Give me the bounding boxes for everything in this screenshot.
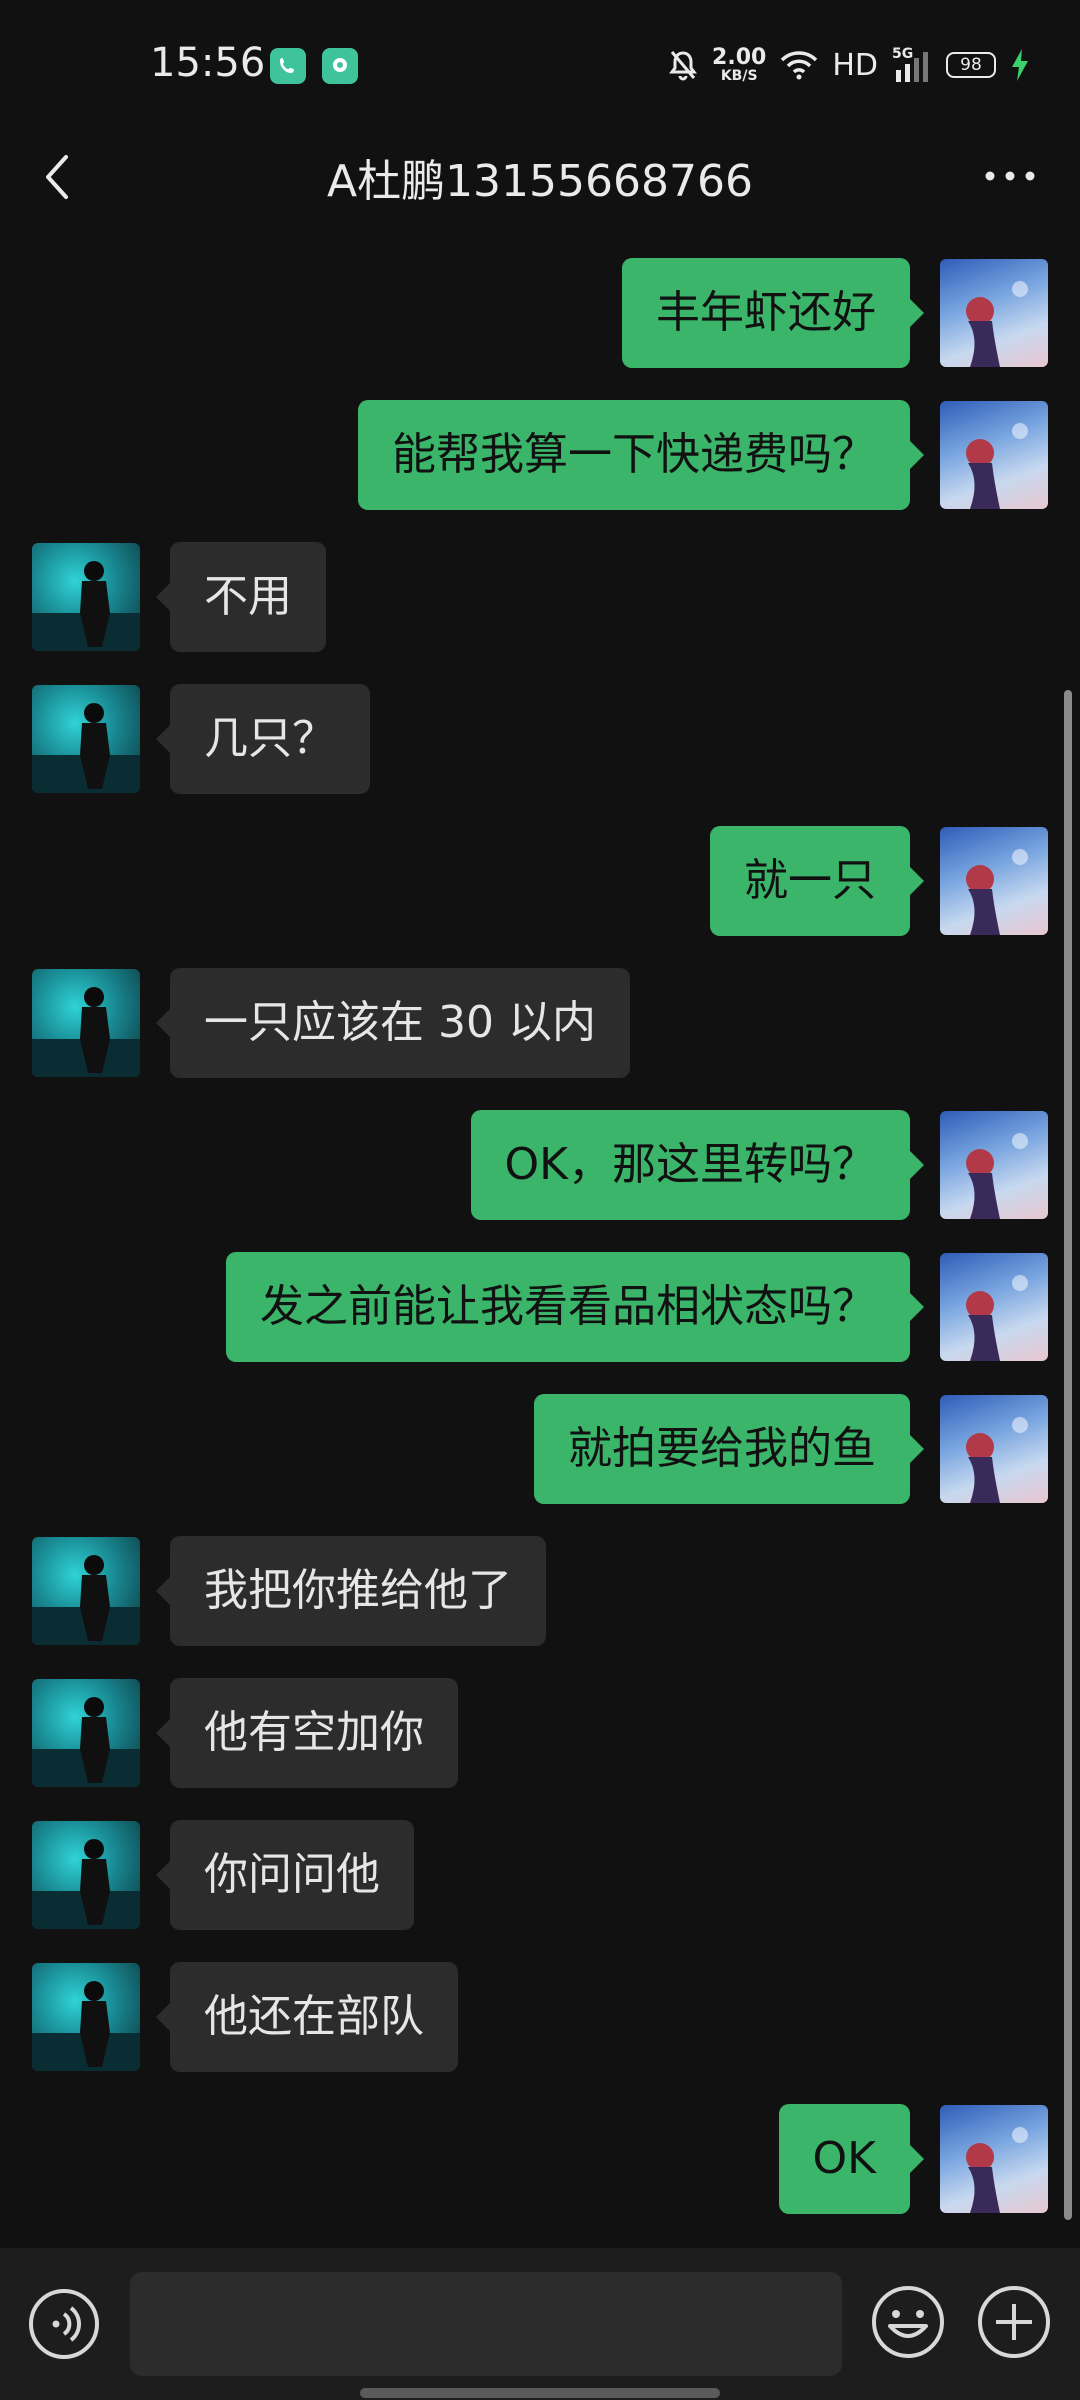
self-avatar[interactable]: [940, 259, 1048, 367]
friend-avatar[interactable]: [32, 685, 140, 793]
message-row: 几只？: [0, 684, 1080, 794]
bubble-tail: [910, 1293, 924, 1321]
battery-icon: 98: [946, 52, 996, 78]
message-bubble[interactable]: 几只？: [170, 684, 370, 794]
message-bubble[interactable]: 他还在部队: [170, 1962, 458, 2072]
message-bubble[interactable]: 不用: [170, 542, 326, 652]
bubble-tail: [910, 1435, 924, 1463]
message-bubble[interactable]: 丰年虾还好: [622, 258, 910, 368]
friend-avatar[interactable]: [32, 543, 140, 651]
bubble-tail: [156, 1009, 170, 1037]
bubble-tail: [156, 2003, 170, 2031]
wifi-icon: [781, 51, 818, 80]
charging-icon: [1012, 49, 1028, 81]
bubble-tail: [156, 1861, 170, 1889]
friend-avatar[interactable]: [32, 1963, 140, 2071]
message-bubble[interactable]: 一只应该在 30 以内: [170, 968, 630, 1078]
message-bubble[interactable]: OK，那这里转吗？: [470, 1110, 910, 1220]
chat-header: A杜鹏13155668766: [0, 135, 1080, 215]
phone-app-icon: [270, 48, 306, 84]
message-bubble[interactable]: 你问问他: [170, 1820, 414, 1930]
self-avatar[interactable]: [940, 827, 1048, 935]
message-row: 他还在部队: [0, 1962, 1080, 2072]
friend-avatar[interactable]: [32, 1537, 140, 1645]
message-row: 就拍要给我的鱼: [0, 1394, 1080, 1504]
voice-icon[interactable]: [28, 2288, 100, 2360]
status-time: 15:56: [150, 40, 266, 86]
net-speed: 2.00 KB/S: [712, 45, 767, 84]
input-bar: [0, 2248, 1080, 2400]
bubble-tail: [156, 1719, 170, 1747]
bubble-tail: [156, 725, 170, 753]
self-avatar[interactable]: [940, 1395, 1048, 1503]
self-avatar[interactable]: [940, 401, 1048, 509]
self-avatar[interactable]: [940, 1111, 1048, 1219]
message-row: 不用: [0, 542, 1080, 652]
signal-icon: 5G: [892, 46, 932, 82]
message-bubble[interactable]: 就拍要给我的鱼: [534, 1394, 910, 1504]
message-bubble[interactable]: 他有空加你: [170, 1678, 458, 1788]
message-row: OK，那这里转吗？: [0, 1110, 1080, 1220]
bubble-tail: [910, 867, 924, 895]
status-right-group: 2.00 KB/S HD 5G 98: [668, 40, 1030, 90]
message-row: 你问问他: [0, 1820, 1080, 1930]
chat-app-icon: [322, 48, 358, 84]
friend-avatar[interactable]: [32, 1821, 140, 1929]
message-row: 就一只: [0, 826, 1080, 936]
network-label: HD: [832, 47, 878, 83]
message-bubble[interactable]: 能帮我算一下快递费吗？: [358, 400, 910, 510]
status-bar: 15:56 2.00 KB/S HD 5G 98: [0, 0, 1080, 135]
message-bubble[interactable]: OK: [778, 2104, 910, 2214]
scrollbar[interactable]: [1064, 690, 1072, 2220]
home-indicator: [360, 2388, 720, 2398]
bubble-tail: [910, 1151, 924, 1179]
friend-avatar[interactable]: [32, 969, 140, 1077]
message-row: 一只应该在 30 以内: [0, 968, 1080, 1078]
mute-bell-icon: [669, 51, 698, 81]
chat-title: A杜鹏13155668766: [326, 156, 754, 207]
message-row: 发之前能让我看看品相状态吗？: [0, 1252, 1080, 1362]
self-avatar[interactable]: [940, 2105, 1048, 2213]
friend-avatar[interactable]: [32, 1679, 140, 1787]
message-row: 他有空加你: [0, 1678, 1080, 1788]
more-icon[interactable]: [980, 161, 1040, 191]
message-row: 我把你推给他了: [0, 1536, 1080, 1646]
self-avatar[interactable]: [940, 1253, 1048, 1361]
message-bubble[interactable]: 我把你推给他了: [170, 1536, 546, 1646]
emoji-icon[interactable]: [870, 2284, 946, 2360]
message-row: 丰年虾还好: [0, 258, 1080, 368]
message-bubble[interactable]: 就一只: [710, 826, 910, 936]
message-input[interactable]: [130, 2272, 842, 2376]
message-bubble[interactable]: 发之前能让我看看品相状态吗？: [226, 1252, 910, 1362]
bubble-tail: [910, 441, 924, 469]
bubble-tail: [910, 2145, 924, 2173]
message-row: OK: [0, 2104, 1080, 2214]
message-row: 能帮我算一下快递费吗？: [0, 400, 1080, 510]
bubble-tail: [156, 1577, 170, 1605]
bubble-tail: [156, 583, 170, 611]
bubble-tail: [910, 299, 924, 327]
plus-icon[interactable]: [976, 2284, 1052, 2360]
